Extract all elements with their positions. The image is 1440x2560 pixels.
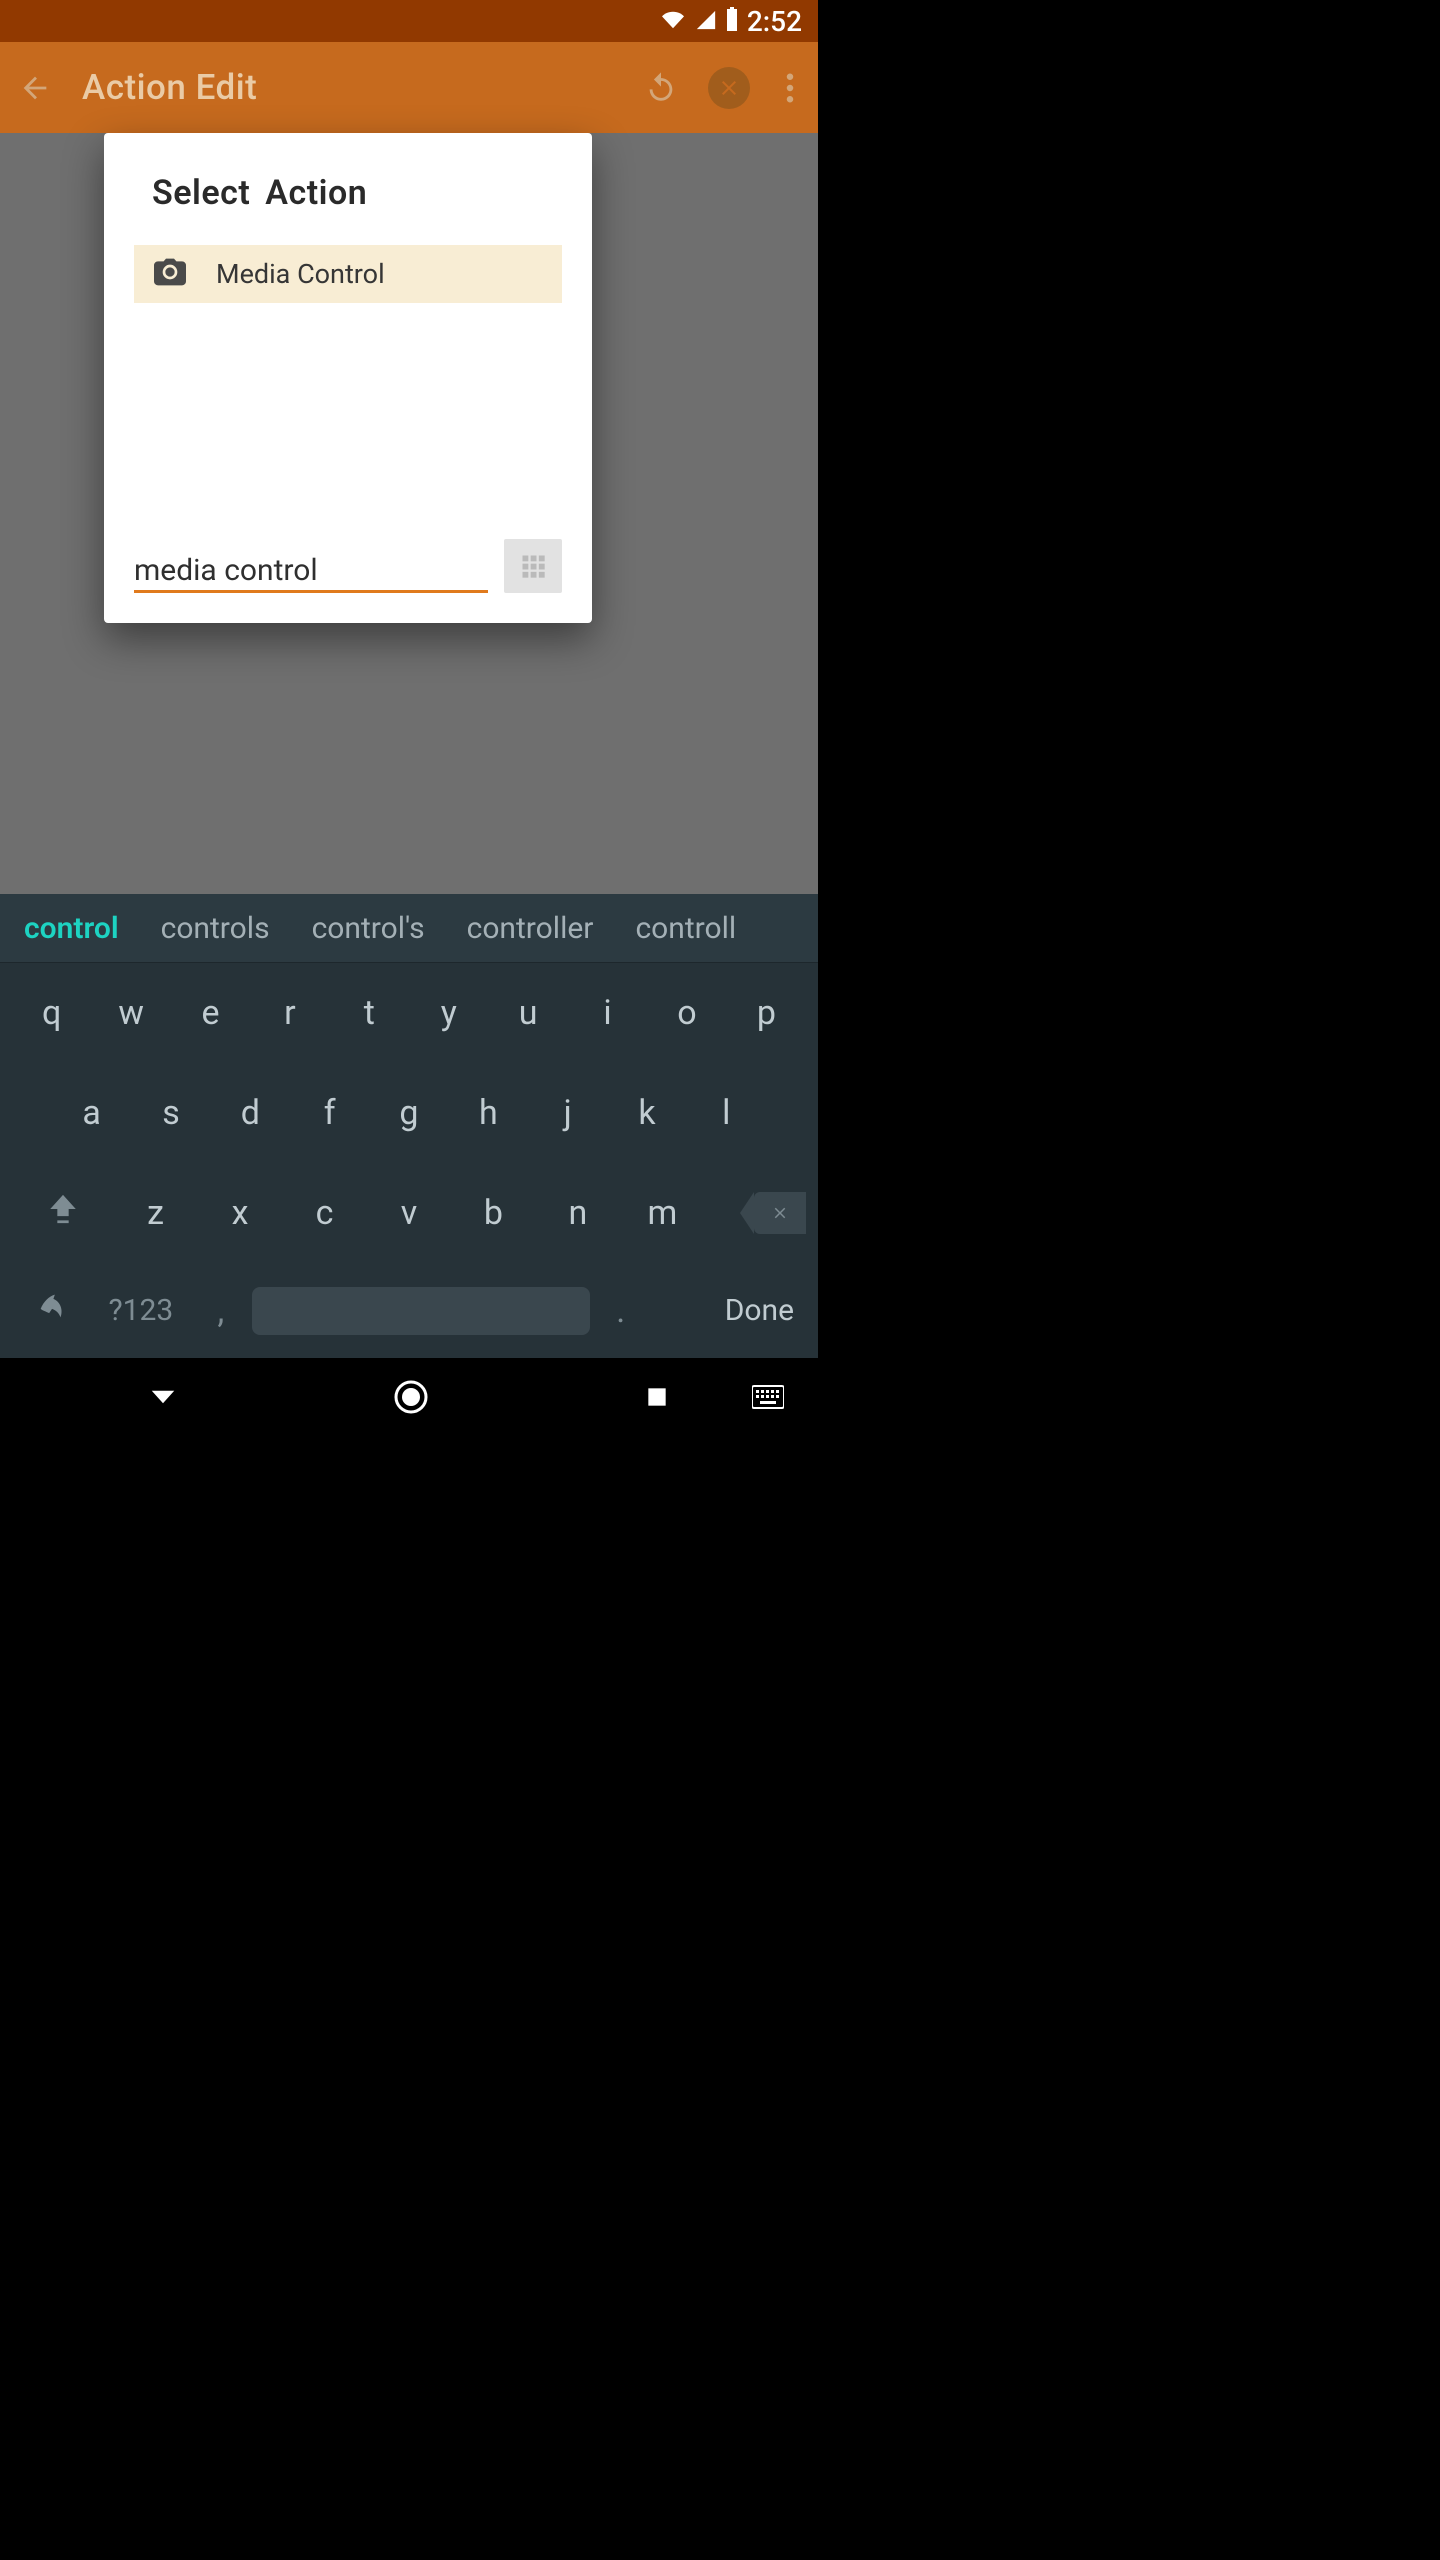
content-backdrop: Select Action Media Control control cont… bbox=[0, 133, 818, 1440]
status-time: 2:52 bbox=[747, 5, 802, 38]
search-input[interactable] bbox=[134, 549, 488, 593]
period-key[interactable]: . bbox=[590, 1291, 652, 1331]
key-l[interactable]: l bbox=[687, 1093, 766, 1133]
key-q[interactable]: q bbox=[12, 993, 91, 1033]
key-u[interactable]: u bbox=[488, 993, 567, 1033]
key-c[interactable]: c bbox=[282, 1193, 366, 1233]
backspace-key[interactable] bbox=[705, 1192, 806, 1234]
suggestion[interactable]: controll bbox=[635, 911, 736, 946]
key-d[interactable]: d bbox=[211, 1093, 290, 1133]
key-t[interactable]: t bbox=[330, 993, 409, 1033]
swipe-icon[interactable] bbox=[12, 1289, 92, 1332]
done-key[interactable]: Done bbox=[652, 1293, 806, 1328]
key-x[interactable]: x bbox=[198, 1193, 282, 1233]
shift-key[interactable] bbox=[12, 1192, 113, 1235]
suggestion[interactable]: controller bbox=[467, 911, 594, 946]
soft-keyboard: control controls control's controller co… bbox=[0, 894, 818, 1358]
suggestion-strip: control controls control's controller co… bbox=[0, 894, 818, 963]
action-result-row[interactable]: Media Control bbox=[134, 245, 562, 303]
overflow-menu-icon[interactable] bbox=[780, 73, 800, 103]
key-b[interactable]: b bbox=[451, 1193, 535, 1233]
select-action-dialog: Select Action Media Control bbox=[104, 133, 592, 623]
key-m[interactable]: m bbox=[620, 1193, 704, 1233]
key-e[interactable]: e bbox=[171, 993, 250, 1033]
action-result-label: Media Control bbox=[216, 258, 385, 290]
camera-icon bbox=[154, 258, 186, 290]
key-o[interactable]: o bbox=[647, 993, 726, 1033]
cancel-icon[interactable] bbox=[708, 67, 750, 109]
undo-icon[interactable] bbox=[644, 71, 678, 105]
key-r[interactable]: r bbox=[250, 993, 329, 1033]
key-n[interactable]: n bbox=[536, 1193, 620, 1233]
symbols-key[interactable]: ?123 bbox=[92, 1293, 190, 1328]
app-bar-title: Action Edit bbox=[82, 67, 614, 108]
nav-home-icon[interactable] bbox=[393, 1379, 429, 1419]
status-bar: 2:52 bbox=[0, 0, 818, 42]
category-grid-button[interactable] bbox=[504, 539, 562, 593]
app-bar: Action Edit bbox=[0, 42, 818, 133]
key-k[interactable]: k bbox=[607, 1093, 686, 1133]
suggestion[interactable]: control bbox=[24, 911, 119, 946]
dialog-title: Select Action bbox=[134, 173, 562, 213]
key-p[interactable]: p bbox=[727, 993, 806, 1033]
battery-icon bbox=[725, 5, 739, 38]
key-w[interactable]: w bbox=[91, 993, 170, 1033]
space-key[interactable] bbox=[252, 1287, 590, 1335]
keyboard-switch-icon[interactable] bbox=[752, 1385, 784, 1413]
key-i[interactable]: i bbox=[568, 993, 647, 1033]
key-s[interactable]: s bbox=[131, 1093, 210, 1133]
key-g[interactable]: g bbox=[369, 1093, 448, 1133]
comma-key[interactable]: , bbox=[190, 1291, 252, 1331]
back-icon[interactable] bbox=[18, 71, 52, 105]
search-field[interactable] bbox=[134, 549, 488, 593]
wifi-icon bbox=[659, 5, 687, 38]
key-y[interactable]: y bbox=[409, 993, 488, 1033]
suggestion[interactable]: control's bbox=[312, 911, 425, 946]
nav-back-icon[interactable] bbox=[148, 1382, 178, 1416]
navigation-bar bbox=[0, 1358, 818, 1440]
nav-recents-icon[interactable] bbox=[644, 1384, 670, 1414]
suggestion[interactable]: controls bbox=[161, 911, 270, 946]
key-f[interactable]: f bbox=[290, 1093, 369, 1133]
key-h[interactable]: h bbox=[449, 1093, 528, 1133]
cell-signal-icon bbox=[695, 5, 717, 38]
key-z[interactable]: z bbox=[113, 1193, 197, 1233]
key-a[interactable]: a bbox=[52, 1093, 131, 1133]
key-v[interactable]: v bbox=[367, 1193, 451, 1233]
key-j[interactable]: j bbox=[528, 1093, 607, 1133]
